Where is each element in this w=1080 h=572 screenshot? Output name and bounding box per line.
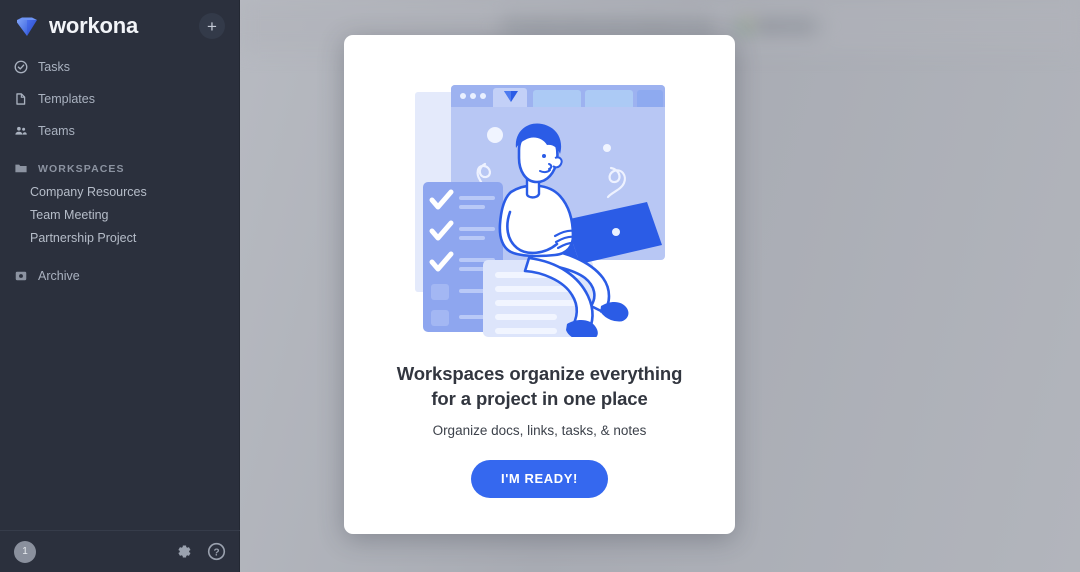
onboarding-modal: Workspaces organize everything for a pro… bbox=[344, 35, 735, 534]
sidebar-footer: 1 ? bbox=[0, 530, 240, 572]
sidebar-item-archive[interactable]: Archive bbox=[0, 265, 239, 287]
avatar[interactable]: 1 bbox=[14, 540, 36, 563]
sidebar-item-label: Archive bbox=[38, 269, 80, 283]
sidebar-workspace-partnership-project[interactable]: Partnership Project bbox=[0, 226, 239, 249]
new-doc-label: NEW DOC bbox=[758, 20, 813, 33]
person-with-laptop-illustration bbox=[414, 72, 665, 342]
search-icon bbox=[508, 18, 519, 36]
people-icon bbox=[14, 124, 28, 138]
sidebar-section-label: WORKSPACES bbox=[38, 163, 125, 175]
svg-text:?: ? bbox=[213, 548, 219, 559]
modal-title-line-1: Workspaces organize everything bbox=[396, 363, 683, 384]
sidebar-header: workona + bbox=[0, 0, 239, 52]
sidebar-workspace-team-meeting[interactable]: Team Meeting bbox=[0, 203, 239, 226]
search-placeholder: Search Chrome, Drive, Workona, & more bbox=[525, 20, 717, 33]
sidebar-item-templates[interactable]: Templates bbox=[0, 88, 239, 110]
sidebar-footer-actions: ? bbox=[174, 542, 226, 561]
sidebar-section-workspaces[interactable]: WORKSPACES bbox=[0, 158, 239, 180]
sidebar-item-teams[interactable]: Teams bbox=[0, 120, 239, 142]
brand-logo[interactable]: workona bbox=[14, 13, 199, 39]
sidebar-item-label: Templates bbox=[38, 92, 95, 106]
app-root: workona + Tasks Templates Teams WORKSPAC… bbox=[0, 0, 1080, 572]
help-circle-icon[interactable]: ? bbox=[207, 542, 226, 561]
new-doc-button[interactable]: NEW DOC bbox=[727, 15, 825, 38]
check-circle-icon bbox=[14, 60, 28, 74]
sidebar-item-tasks[interactable]: Tasks bbox=[0, 56, 239, 78]
modal-title: Workspaces organize everything for a pro… bbox=[380, 362, 700, 412]
sidebar-item-label: Teams bbox=[38, 124, 75, 138]
document-icon bbox=[14, 92, 28, 106]
sidebar-nav: Tasks Templates Teams WORKSPACES Company… bbox=[0, 52, 239, 287]
add-workspace-button[interactable]: + bbox=[199, 13, 225, 39]
sidebar: workona + Tasks Templates Teams WORKSPAC… bbox=[0, 0, 240, 572]
modal-subtitle: Organize docs, links, tasks, & notes bbox=[432, 422, 647, 438]
archive-icon bbox=[14, 269, 28, 283]
folder-icon bbox=[14, 161, 28, 178]
sidebar-workspace-company-resources[interactable]: Company Resources bbox=[0, 180, 239, 203]
google-drive-icon bbox=[739, 18, 752, 36]
gear-icon[interactable] bbox=[174, 542, 193, 561]
im-ready-button[interactable]: I'M READY! bbox=[471, 459, 608, 498]
sidebar-item-label: Tasks bbox=[38, 60, 70, 74]
modal-title-line-2: for a project in one place bbox=[431, 387, 648, 409]
brand-name: workona bbox=[49, 13, 139, 38]
workona-diamond-icon bbox=[14, 13, 40, 39]
